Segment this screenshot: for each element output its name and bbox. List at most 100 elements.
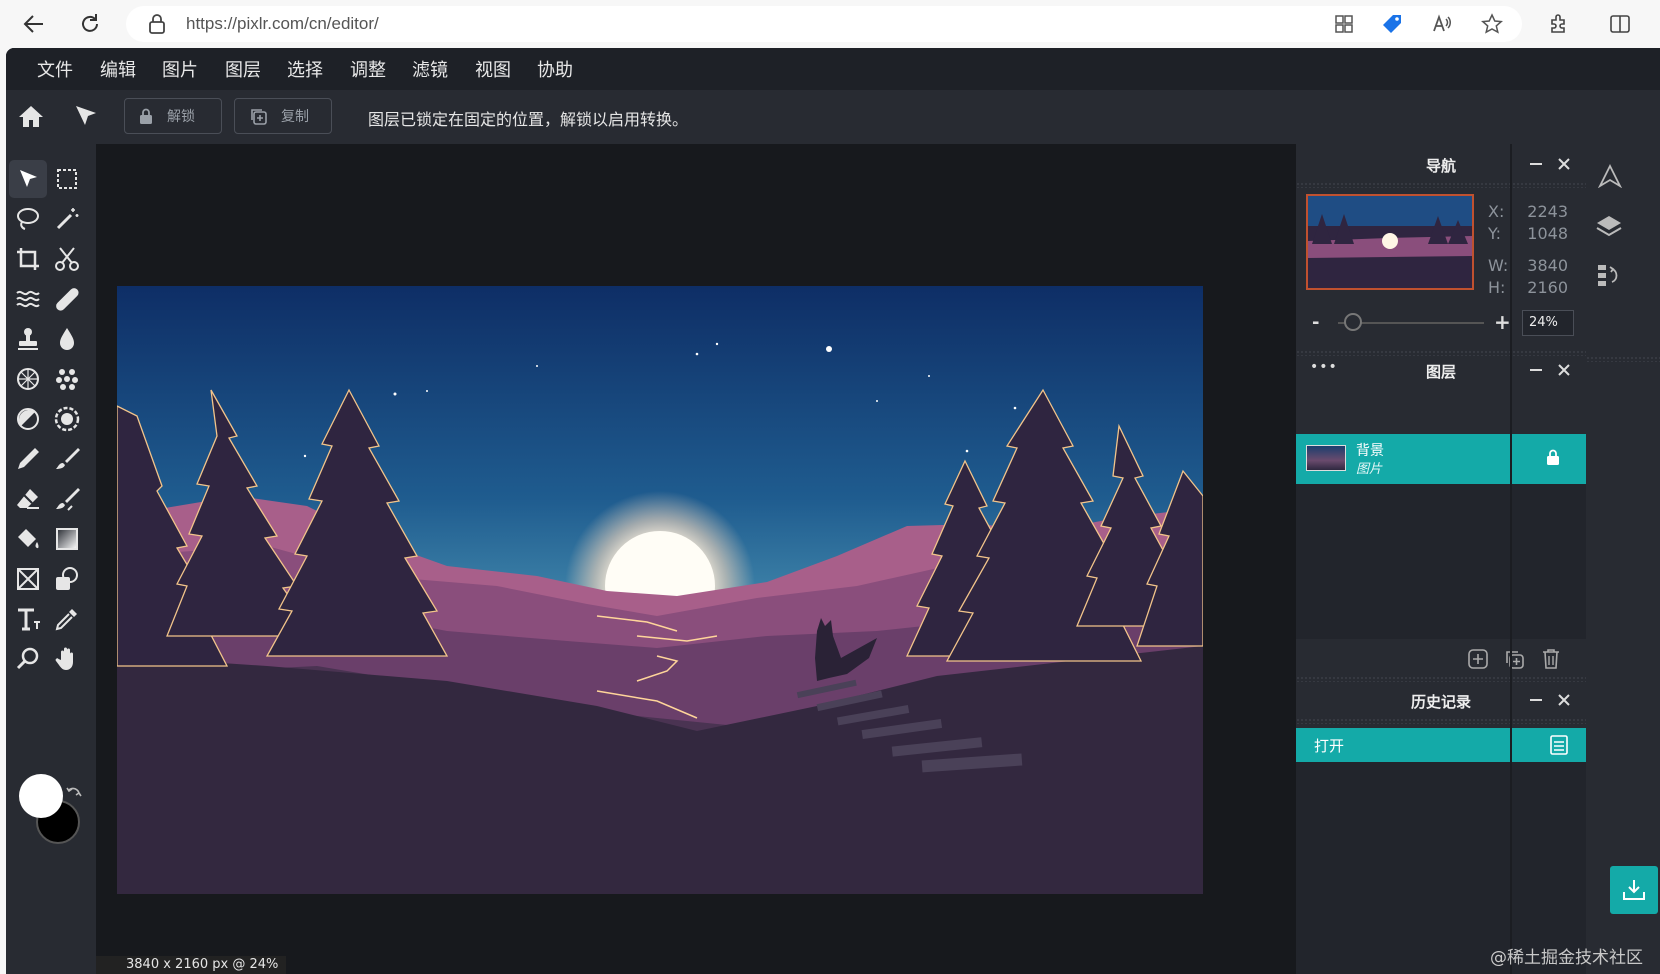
duplicate-layer-icon[interactable]: [1504, 649, 1524, 669]
layer-name: 背景: [1356, 443, 1384, 459]
canvas-workspace[interactable]: 3840 x 2160 px @ 24%: [96, 144, 1296, 974]
reload-icon[interactable]: [76, 10, 104, 38]
marquee-tool[interactable]: [48, 160, 86, 198]
canvas-size-status: 3840 x 2160 px @ 24%: [96, 956, 286, 974]
menu-filter[interactable]: 滤镜: [412, 56, 448, 82]
close-icon[interactable]: [1558, 158, 1570, 170]
fill-tool[interactable]: [9, 520, 47, 558]
read-aloud-icon[interactable]: [1428, 10, 1456, 38]
back-arrow-icon[interactable]: [20, 10, 48, 38]
address-bar[interactable]: https://pixlr.com/cn/editor/: [126, 6, 1522, 42]
layer-locked-message: 图层已锁定在固定的位置，解锁以启用转换。: [368, 110, 689, 129]
favorite-star-icon[interactable]: [1478, 10, 1506, 38]
navigator-toggle-icon[interactable]: [1598, 164, 1622, 188]
save-export-button[interactable]: [1610, 866, 1658, 914]
vignette-tool[interactable]: [48, 400, 86, 438]
navigator-header: 导航: [1296, 144, 1586, 184]
copy-button[interactable]: 复制: [234, 98, 332, 134]
color-picker-tool[interactable]: [48, 600, 86, 638]
pen-icon: [18, 448, 39, 469]
lasso-icon: [17, 208, 39, 230]
frame-tool[interactable]: [9, 560, 47, 598]
close-icon[interactable]: [1558, 364, 1570, 376]
layer-item-background[interactable]: 背景 图片: [1296, 434, 1586, 484]
liquify-tool[interactable]: [9, 280, 47, 318]
url-text: https://pixlr.com/cn/editor/: [186, 14, 379, 33]
menu-select[interactable]: 选择: [287, 56, 323, 82]
crop-icon: [17, 248, 39, 270]
zoom-out-button[interactable]: -: [1312, 312, 1319, 333]
image-canvas[interactable]: [117, 286, 1203, 894]
home-icon[interactable]: [18, 104, 44, 128]
blur-tool[interactable]: [48, 320, 86, 358]
lasso-tool[interactable]: [9, 200, 47, 238]
menu-help[interactable]: 协助: [537, 56, 573, 82]
pixelate-tool[interactable]: [48, 360, 86, 398]
swap-colors-icon[interactable]: [66, 784, 82, 800]
eraser-icon: [17, 489, 39, 509]
unlock-button[interactable]: 解锁: [124, 98, 222, 134]
water-drop-icon: [60, 328, 74, 350]
text-icon: [18, 608, 40, 631]
download-icon: [1623, 880, 1645, 900]
close-icon[interactable]: [1558, 694, 1570, 706]
magic-wand-tool[interactable]: [48, 200, 86, 238]
clone-stamp-tool[interactable]: [9, 320, 47, 358]
navigator-title: 导航: [1425, 157, 1456, 175]
menu-layer[interactable]: 图层: [225, 56, 261, 82]
hand-tool[interactable]: [48, 640, 86, 678]
shape-tool[interactable]: [48, 560, 86, 598]
minimize-icon[interactable]: [1530, 369, 1542, 371]
navigator-preview[interactable]: [1306, 194, 1474, 290]
menu-image[interactable]: 图片: [162, 56, 198, 82]
aperture-icon: [54, 406, 80, 432]
eraser-tool[interactable]: [9, 480, 47, 518]
extensions-icon[interactable]: [1544, 10, 1572, 38]
history-item-label: 打开: [1314, 737, 1345, 755]
dodge-burn-tool[interactable]: [9, 400, 47, 438]
arrange-tool-icon[interactable]: [74, 104, 98, 128]
lock-icon[interactable]: [1546, 449, 1560, 466]
y-value: 1048: [1527, 224, 1568, 243]
history-toggle-icon[interactable]: [1596, 262, 1622, 288]
menu-view[interactable]: 视图: [475, 56, 511, 82]
coupon-tag-icon[interactable]: [1378, 10, 1406, 38]
brush-tool[interactable]: [48, 440, 86, 478]
bandage-icon: [56, 288, 79, 311]
panel-divider: [1296, 182, 1586, 188]
minimize-icon[interactable]: [1530, 699, 1542, 701]
heal-tool[interactable]: [48, 280, 86, 318]
stamp-icon: [18, 328, 38, 350]
cutout-tool[interactable]: [48, 240, 86, 278]
crop-tool[interactable]: [9, 240, 47, 278]
add-layer-icon[interactable]: [1468, 649, 1488, 669]
gradient-tool[interactable]: [48, 520, 86, 558]
duplicate-icon: [249, 107, 267, 125]
split-screen-icon[interactable]: [1606, 10, 1634, 38]
text-tool[interactable]: [9, 600, 47, 638]
document-icon: [1550, 735, 1568, 755]
replace-color-tool[interactable]: [48, 480, 86, 518]
layers-toggle-icon[interactable]: [1596, 214, 1622, 238]
menu-file[interactable]: 文件: [37, 56, 73, 82]
w-value: 3840: [1527, 256, 1568, 275]
hand-icon: [55, 647, 73, 670]
foreground-color-swatch[interactable]: [19, 774, 63, 818]
w-label: W:: [1488, 256, 1509, 275]
menu-adjust[interactable]: 调整: [350, 56, 386, 82]
magnifier-icon: [16, 647, 39, 670]
minimize-icon[interactable]: [1530, 163, 1542, 165]
app-grid-icon[interactable]: [1330, 10, 1358, 38]
dots-cluster-icon: [56, 369, 78, 390]
arrange-tool[interactable]: [9, 160, 47, 198]
sponge-tool[interactable]: [9, 360, 47, 398]
zoom-slider-handle[interactable]: [1344, 313, 1362, 331]
history-item-open[interactable]: 打开: [1296, 728, 1586, 762]
zoom-percent-input[interactable]: 24%: [1522, 310, 1574, 336]
menu-edit[interactable]: 编辑: [100, 56, 136, 82]
zoom-in-button[interactable]: +: [1494, 310, 1511, 334]
delete-layer-icon[interactable]: [1542, 648, 1560, 669]
zoom-tool[interactable]: [9, 640, 47, 678]
paintbrush-icon: [56, 448, 80, 469]
pen-tool[interactable]: [9, 440, 47, 478]
